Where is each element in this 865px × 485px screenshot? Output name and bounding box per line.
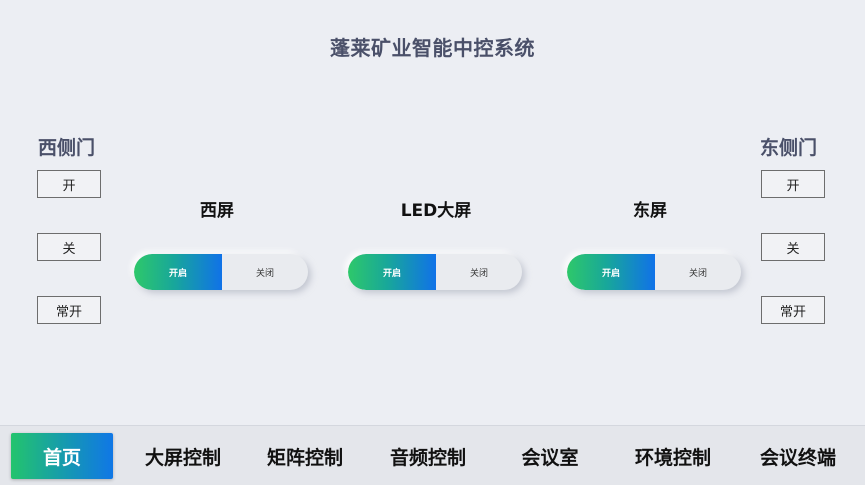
west-door-open-button[interactable]: 开 xyxy=(37,170,101,198)
east-door-close-button[interactable]: 关 xyxy=(761,233,825,261)
page-title: 蓬莱矿业智能中控系统 xyxy=(330,36,535,60)
west-screen-off-button[interactable]: 关闭 xyxy=(222,254,308,290)
led-screen-toggle: 开启 关闭 xyxy=(348,254,522,290)
nav-item-environment-control[interactable]: 环境控制 xyxy=(622,433,724,479)
west-door-hold-open-button[interactable]: 常开 xyxy=(37,296,101,324)
bottom-nav: 首页 大屏控制 矩阵控制 音频控制 会议室 环境控制 会议终端 xyxy=(0,425,865,485)
nav-item-meeting-terminal[interactable]: 会议终端 xyxy=(747,433,849,479)
east-door-open-button[interactable]: 开 xyxy=(761,170,825,198)
east-screen-toggle: 开启 关闭 xyxy=(567,254,741,290)
west-screen-on-button[interactable]: 开启 xyxy=(134,254,222,290)
east-screen-off-button[interactable]: 关闭 xyxy=(655,254,741,290)
led-screen-title: LED大屏 xyxy=(400,201,472,221)
nav-item-big-screen-control[interactable]: 大屏控制 xyxy=(132,433,234,479)
west-screen-toggle: 开启 关闭 xyxy=(134,254,308,290)
east-door-title: 东侧门 xyxy=(760,137,818,159)
nav-item-matrix-control[interactable]: 矩阵控制 xyxy=(254,433,356,479)
nav-item-home[interactable]: 首页 xyxy=(11,433,113,479)
east-screen-title: 东屏 xyxy=(633,201,667,221)
led-screen-on-button[interactable]: 开启 xyxy=(348,254,436,290)
west-screen-title: 西屏 xyxy=(200,201,234,221)
nav-item-audio-control[interactable]: 音频控制 xyxy=(377,433,479,479)
east-door-hold-open-button[interactable]: 常开 xyxy=(761,296,825,324)
west-door-close-button[interactable]: 关 xyxy=(37,233,101,261)
led-screen-off-button[interactable]: 关闭 xyxy=(436,254,522,290)
east-screen-on-button[interactable]: 开启 xyxy=(567,254,655,290)
west-door-title: 西侧门 xyxy=(38,137,96,159)
nav-item-meeting-room[interactable]: 会议室 xyxy=(499,433,601,479)
